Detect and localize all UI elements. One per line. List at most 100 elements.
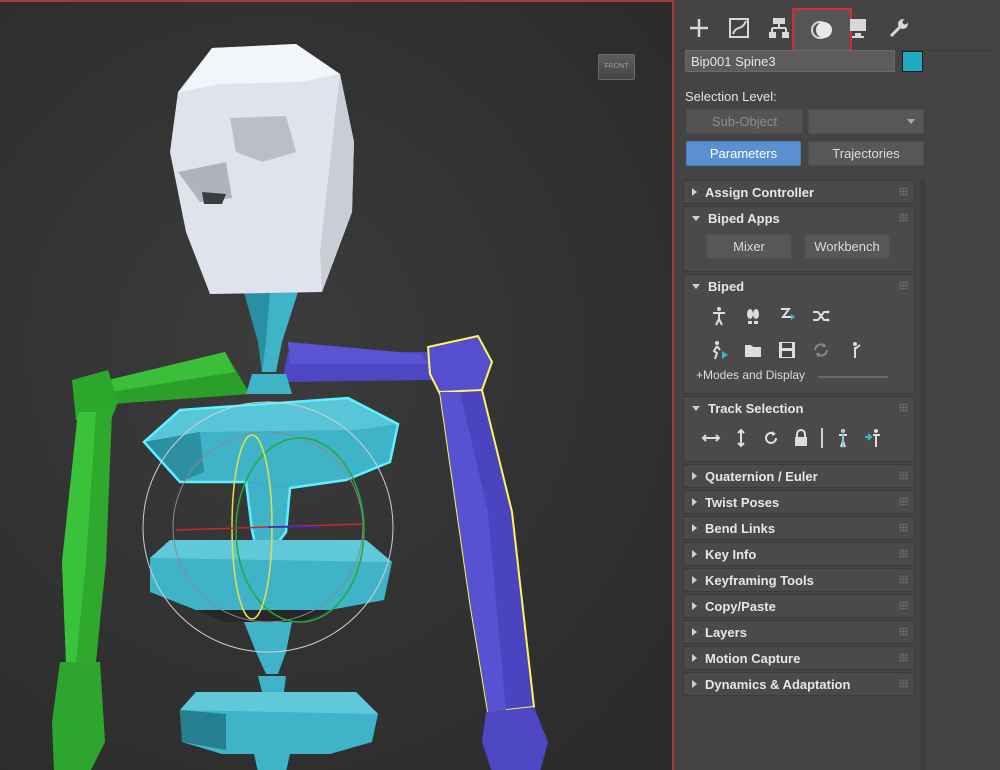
sub-object-button[interactable]: Sub-Object — [686, 109, 803, 134]
drag-grip-icon[interactable] — [899, 187, 908, 196]
rollout-biped-apps[interactable]: Biped Apps Mixer Workbench — [683, 206, 915, 272]
drag-grip-icon[interactable] — [899, 213, 908, 222]
horizontal-arrows-icon — [701, 434, 721, 442]
expand-triangle-icon — [692, 188, 697, 196]
footstep-mode-button[interactable] — [736, 301, 770, 331]
load-file-button[interactable] — [736, 335, 770, 365]
rollout-title: Biped Apps — [708, 210, 780, 226]
panel-scrollbar[interactable] — [920, 180, 926, 770]
modify-curve-icon — [729, 18, 749, 38]
drag-grip-icon[interactable] — [899, 679, 908, 688]
trajectories-button[interactable]: Trajectories — [808, 141, 924, 166]
create-tab[interactable] — [680, 10, 718, 46]
separator — [821, 428, 823, 448]
sub-object-dropdown[interactable] — [808, 109, 924, 134]
rollout-dynamics-adaptation[interactable]: Dynamics & Adaptation — [683, 672, 915, 696]
rollout-title: Twist Poses — [705, 494, 780, 510]
drag-grip-icon[interactable] — [899, 601, 908, 610]
shuffle-icon — [813, 310, 830, 322]
rollout-title: Layers — [705, 624, 747, 640]
divider — [818, 376, 888, 378]
rollout-title: Copy/Paste — [705, 598, 776, 614]
biped-spine1[interactable] — [180, 676, 378, 770]
modify-tab[interactable] — [720, 10, 758, 46]
expand-triangle-icon — [692, 524, 697, 532]
biped-head[interactable] — [170, 44, 354, 294]
rollout-motion-capture[interactable]: Motion Capture — [683, 646, 915, 670]
save-disk-icon — [779, 342, 795, 358]
collapse-triangle-icon — [692, 215, 700, 221]
display-monitor-icon — [850, 19, 866, 38]
biped-playback-icon — [712, 341, 728, 360]
rollout-key-info[interactable]: Key Info — [683, 542, 915, 566]
rollout-layers[interactable]: Layers — [683, 620, 915, 644]
expand-triangle-icon — [692, 628, 697, 636]
rollout-title: Keyframing Tools — [705, 572, 814, 588]
expand-triangle-icon — [692, 602, 697, 610]
figure-mode-icon — [713, 307, 725, 326]
object-name-field[interactable]: Bip001 Spine3 — [685, 50, 895, 72]
folder-open-icon — [745, 345, 761, 357]
rollout-assign-controller[interactable]: Assign Controller — [683, 180, 915, 204]
save-file-button[interactable] — [770, 335, 804, 365]
drag-grip-icon[interactable] — [899, 627, 908, 636]
rollout-twist-poses[interactable]: Twist Poses — [683, 490, 915, 514]
figure-mode-button[interactable] — [702, 301, 736, 331]
drag-grip-icon[interactable] — [899, 575, 908, 584]
motion-flow-icon — [781, 308, 795, 320]
wrench-icon — [889, 19, 908, 38]
opposite-figure-icon — [865, 429, 880, 447]
biped-scene[interactable] — [0, 2, 674, 770]
mixer-button[interactable]: Mixer — [706, 234, 792, 259]
expand-triangle-icon — [692, 680, 697, 688]
rollout-title: Dynamics & Adaptation — [705, 676, 851, 692]
expand-triangle-icon — [692, 550, 697, 558]
drag-grip-icon[interactable] — [899, 403, 908, 412]
convert-cycle-icon — [814, 343, 828, 357]
biped-playback-button[interactable] — [702, 335, 736, 365]
display-tab[interactable] — [840, 10, 878, 46]
rotate-icon — [765, 431, 777, 444]
expand-triangle-icon — [692, 654, 697, 662]
workbench-button[interactable]: Workbench — [804, 234, 890, 259]
drag-grip-icon[interactable] — [899, 523, 908, 532]
rollout-track-selection[interactable]: Track Selection — [683, 396, 915, 462]
body-horizontal-button[interactable] — [696, 423, 726, 453]
rollout-biped[interactable]: Biped +Modes and Display — [683, 274, 915, 394]
motion-flow-mode-button[interactable] — [770, 301, 804, 331]
motion-icon — [811, 21, 832, 39]
drag-grip-icon[interactable] — [899, 497, 908, 506]
drag-grip-icon[interactable] — [899, 549, 908, 558]
mixer-mode-button[interactable] — [804, 301, 838, 331]
rollout-title: Bend Links — [705, 520, 776, 536]
convert-button[interactable] — [804, 335, 838, 365]
selection-level-label: Selection Level: — [685, 89, 777, 104]
viewcube[interactable]: FRONT — [598, 54, 635, 80]
rollout-title: Track Selection — [708, 400, 804, 416]
utilities-tab[interactable] — [880, 10, 918, 46]
opposite-button[interactable] — [858, 423, 888, 453]
hierarchy-icon — [769, 18, 789, 38]
parameters-button[interactable]: Parameters — [686, 141, 801, 166]
rollout-bend-links[interactable]: Bend Links — [683, 516, 915, 540]
symmetrical-button[interactable] — [828, 423, 858, 453]
modes-and-display-toggle[interactable]: +Modes and Display — [696, 368, 805, 382]
object-color-swatch[interactable] — [902, 51, 923, 72]
drag-grip-icon[interactable] — [899, 281, 908, 290]
lock-com-button[interactable] — [786, 423, 816, 453]
body-rotation-button[interactable] — [756, 423, 786, 453]
rollout-keyframing-tools[interactable]: Keyframing Tools — [683, 568, 915, 592]
body-vertical-button[interactable] — [726, 423, 756, 453]
rollout-quaternion-euler[interactable]: Quaternion / Euler — [683, 464, 915, 488]
drag-grip-icon[interactable] — [899, 653, 908, 662]
lock-icon — [795, 429, 807, 446]
biped-spine3[interactable] — [142, 396, 400, 550]
rollout-copy-paste[interactable]: Copy/Paste — [683, 594, 915, 618]
move-all-mode-button[interactable] — [838, 335, 872, 365]
footstep-icon — [747, 309, 759, 324]
expand-triangle-icon — [692, 498, 697, 506]
drag-grip-icon[interactable] — [899, 471, 908, 480]
perspective-viewport[interactable]: FRONT — [0, 0, 674, 770]
command-panel-tabs — [676, 8, 1000, 52]
rollout-title: Motion Capture — [705, 650, 801, 666]
